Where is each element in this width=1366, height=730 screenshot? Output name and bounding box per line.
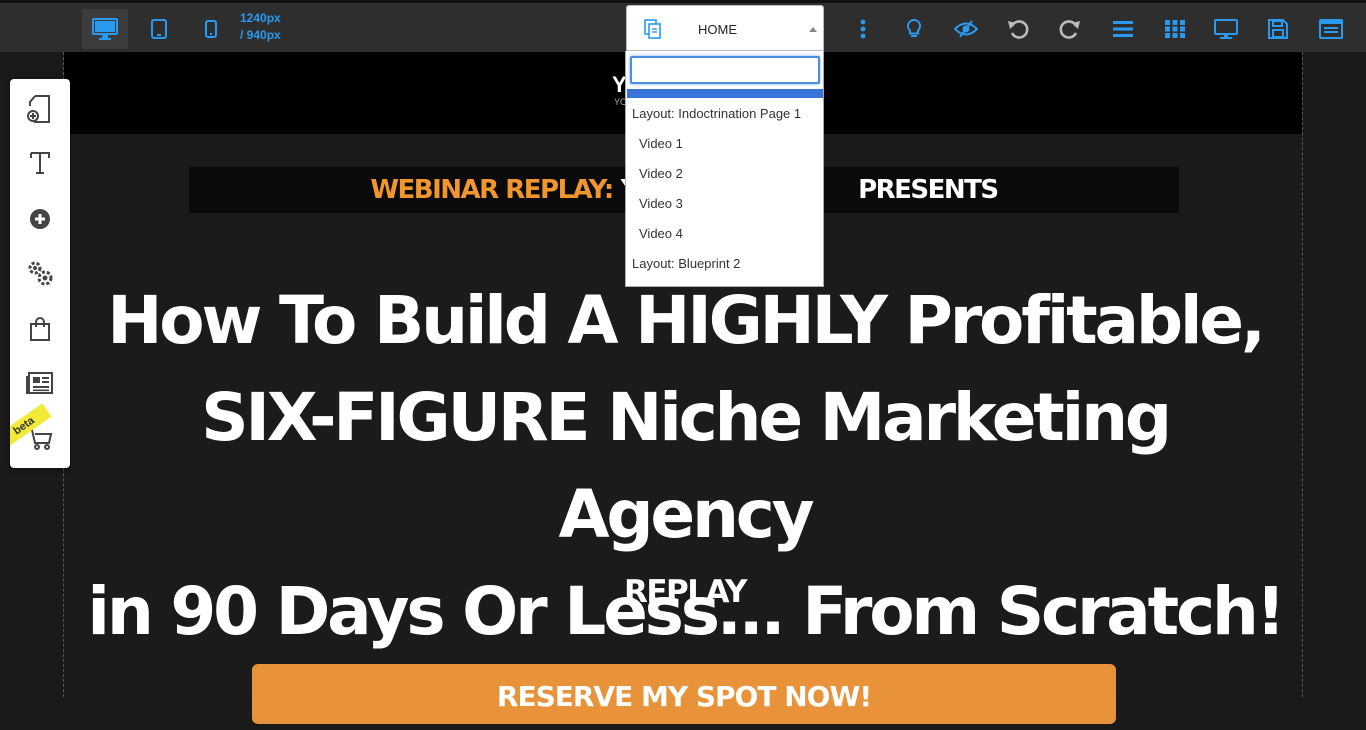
caret-up-icon [809,27,817,32]
undo-icon [1008,20,1029,39]
tools-panel: beta [10,79,70,468]
option-video-3[interactable]: Video 3 [639,196,683,212]
add-page-tool[interactable] [20,89,60,129]
tablet-view-button[interactable] [136,9,182,49]
dimension-height: / 940px [240,28,281,42]
option-layout-blueprint-2[interactable]: Layout: Blueprint 2 [632,256,740,272]
replay-heading[interactable]: REPLAY [70,574,1300,610]
canvas-dimensions: 1240px / 940px [240,10,281,44]
undo-button[interactable] [995,9,1041,49]
layers-button[interactable] [1100,9,1146,49]
text-tool[interactable] [20,143,60,183]
mobile-icon [205,20,217,38]
save-button[interactable] [1255,9,1301,49]
add-element-tool[interactable] [20,199,60,239]
grid-icon [1165,20,1185,38]
page-dropdown-menu: Layout: Indoctrination Page 1 Video 1 Vi… [625,51,824,287]
list-icon [1113,21,1133,37]
save-icon [1268,19,1288,39]
newspaper-icon [26,372,53,394]
tablet-icon [151,19,167,39]
highlighted-option[interactable] [627,89,823,98]
option-video-1[interactable]: Video 1 [639,136,683,152]
add-element-icon [30,209,50,229]
headline-line-2: SIX-FIGURE Niche Marketing Agency [201,379,1172,553]
redo-icon [1059,20,1080,39]
more-options-button[interactable] [840,9,886,49]
add-page-icon [27,95,50,123]
tips-button[interactable] [891,9,937,49]
lightbulb-icon [906,18,922,37]
preview-button[interactable] [1203,9,1249,49]
option-layout-indoctrination-page-1[interactable]: Layout: Indoctrination Page 1 [632,106,801,122]
banner-title-end: PRESENTS [858,175,999,205]
products-tool[interactable] [20,309,60,349]
more-vertical-icon [860,19,866,39]
page-select[interactable]: HOME [626,5,824,51]
page-search-input[interactable] [630,56,820,84]
selected-page-label: HOME [698,22,737,37]
settings-window-icon [1319,19,1343,39]
settings-gears-icon [28,261,53,286]
settings-tool[interactable] [20,253,60,293]
desktop-icon [92,18,118,40]
shopping-bag-icon [30,317,50,341]
redo-button[interactable] [1047,9,1093,49]
page-settings-button[interactable] [1308,9,1354,49]
blog-tool[interactable] [20,363,60,403]
mobile-view-button[interactable] [188,9,234,49]
eye-code-icon [954,20,978,38]
blocks-button[interactable] [1152,9,1198,49]
option-video-2[interactable]: Video 2 [639,166,683,182]
reserve-spot-button[interactable]: RESERVE MY SPOT NOW! [252,664,1116,724]
monitor-icon [1214,19,1238,39]
option-video-4[interactable]: Video 4 [639,226,683,242]
banner-label: WEBINAR REPLAY: [370,175,614,205]
preview-toggle-button[interactable] [943,9,989,49]
pages-icon [644,19,661,39]
canvas-guide-right [1302,52,1303,697]
desktop-view-button[interactable] [82,9,128,49]
dimension-width: 1240px [240,11,281,25]
text-icon [30,152,50,174]
